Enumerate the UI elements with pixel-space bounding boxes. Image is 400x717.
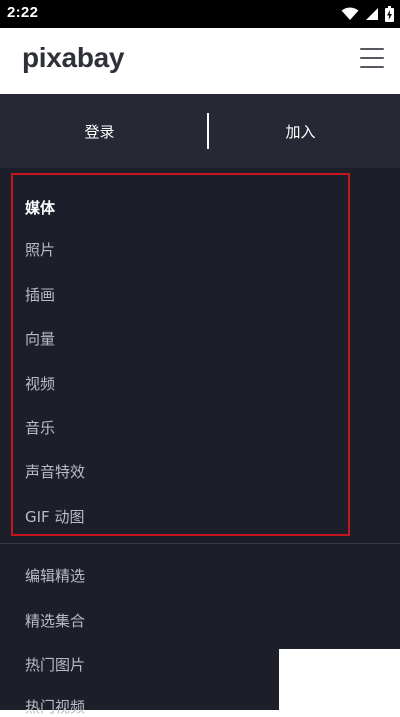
auth-bar: 登录 加入 [0,94,400,168]
join-button[interactable]: 加入 [201,94,400,168]
battery-charging-icon [385,6,394,22]
login-button[interactable]: 登录 [0,94,199,168]
nav-item-sound-effects[interactable]: 声音特效 [25,461,85,482]
navigation-drawer: 登录 加入 媒体 照片 插画 向量 视频 音乐 声音特效 GIF 动图 编辑精选… [0,94,400,716]
nav-item-popular-images[interactable]: 热门图片 [25,654,85,675]
status-bar: 2:22 [0,0,400,28]
nav-item-music[interactable]: 音乐 [25,417,55,438]
nav-item-photos[interactable]: 照片 [25,239,55,260]
background-page-panel [279,649,400,710]
status-time: 2:22 [7,4,39,21]
nav-item-collections[interactable]: 精选集合 [25,610,85,631]
nav-item-videos[interactable]: 视频 [25,373,55,394]
media-heading: 媒体 [25,199,56,217]
nav-item-gifs[interactable]: GIF 动图 [25,506,84,527]
app-header: pixabay [0,28,400,94]
cellular-signal-icon [366,8,378,20]
nav-item-vectors[interactable]: 向量 [25,328,55,349]
nav-item-editors-choice[interactable]: 编辑精选 [25,565,85,586]
status-icons [341,5,394,23]
nav-item-popular-videos[interactable]: 热门视频 [25,696,85,717]
nav-item-illustrations[interactable]: 插画 [25,284,55,305]
wifi-icon [341,7,359,20]
pixabay-logo[interactable]: pixabay [22,42,124,74]
section-divider [0,543,400,544]
hamburger-menu-icon[interactable] [360,48,384,68]
